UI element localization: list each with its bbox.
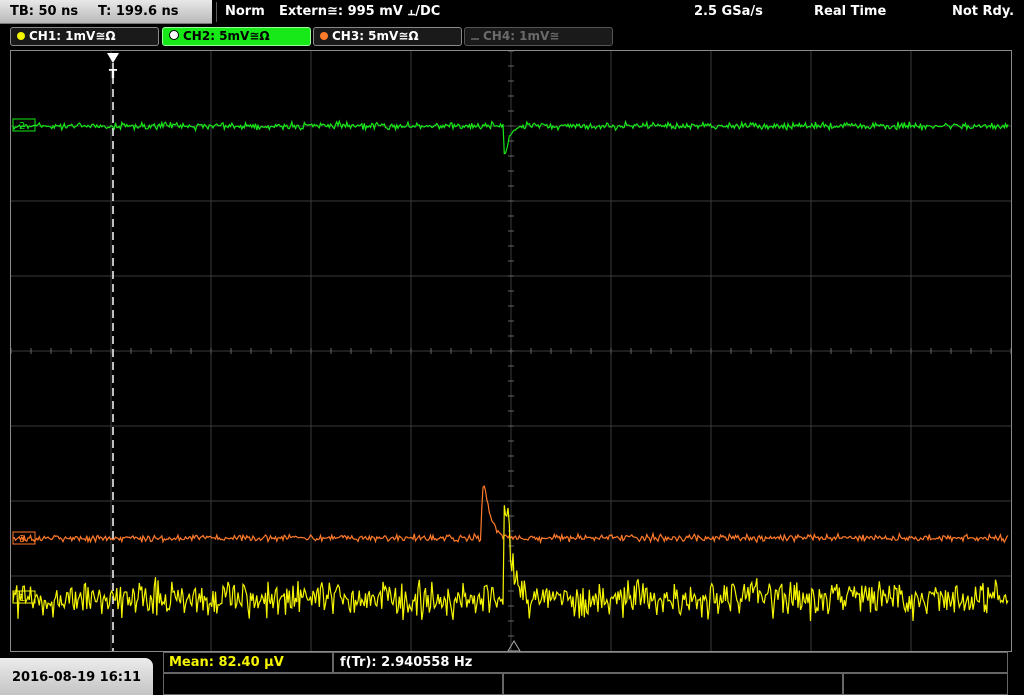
measurement-cell-empty[interactable] xyxy=(163,673,503,695)
datetime: 2016-08-19 16:11 xyxy=(12,670,142,685)
channel-2-tab[interactable]: CH2: 5mV≅Ω xyxy=(162,27,311,46)
channel-4-tab[interactable]: CH4: 1mV≅ xyxy=(464,27,613,46)
measurement-cell-empty[interactable] xyxy=(503,673,843,695)
channel-3-tab[interactable]: CH3: 5mV≅Ω xyxy=(313,27,462,46)
channel-3-dot-icon xyxy=(320,32,328,40)
channel-1-tab[interactable]: CH1: 1mV≅Ω xyxy=(10,27,159,46)
frequency-readout: f(Tr): 2.940558 Hz xyxy=(340,655,473,670)
svg-text:2: 2 xyxy=(19,121,25,132)
channel-2-dot-icon xyxy=(169,30,179,40)
mean-readout: Mean: 82.40 µV xyxy=(169,655,284,670)
channel-2-label: CH2: 5mV≅Ω xyxy=(183,29,270,43)
timebase-box[interactable]: TB: 50 ns T: 199.6 ns xyxy=(0,0,212,24)
channel-4-label: CH4: 1mV≅ xyxy=(483,29,560,43)
measurement-cell-empty[interactable] xyxy=(843,673,1008,695)
bottom-bar: 2016-08-19 16:11 Mean: 82.40 µV f(Tr): 2… xyxy=(0,652,1024,695)
trigger-arrow-icon[interactable] xyxy=(107,53,119,63)
waveform-display[interactable]: T 2 3 1 xyxy=(10,50,1012,652)
trigger-center-marker-icon xyxy=(507,640,521,651)
svg-text:1: 1 xyxy=(19,593,25,604)
sample-rate[interactable]: 2.5 GSa/s xyxy=(694,4,763,19)
trigger-marker-label: T xyxy=(109,67,118,81)
graticule: T 2 3 1 xyxy=(11,51,1011,651)
acquisition-state: Not Rdy. xyxy=(952,4,1015,19)
svg-text:3: 3 xyxy=(19,534,25,545)
trigger-mode[interactable]: Norm xyxy=(225,4,265,19)
channel-1-label: CH1: 1mV≅Ω xyxy=(29,29,116,43)
channel-3-label: CH3: 5mV≅Ω xyxy=(332,29,419,43)
measurement-panel[interactable]: Mean: 82.40 µV f(Tr): 2.940558 Hz xyxy=(163,652,1008,695)
divider xyxy=(216,2,217,22)
status-bar: TB: 50 ns T: 199.6 ns Norm Extern≅: 995 … xyxy=(0,0,1024,24)
trigger-time-readout: T: 199.6 ns xyxy=(98,4,179,19)
acquisition-mode[interactable]: Real Time xyxy=(814,4,886,19)
channel-4-dot-icon xyxy=(471,38,479,40)
channel-bar: CH1: 1mV≅Ω CH2: 5mV≅Ω CH3: 5mV≅Ω CH4: 1m… xyxy=(0,25,1024,49)
trigger-source[interactable]: Extern≅: 995 mV ⫠/DC xyxy=(279,4,440,19)
datetime-box: 2016-08-19 16:11 xyxy=(0,658,153,695)
channel-1-dot-icon xyxy=(17,32,25,40)
timebase-readout: TB: 50 ns xyxy=(10,4,79,19)
